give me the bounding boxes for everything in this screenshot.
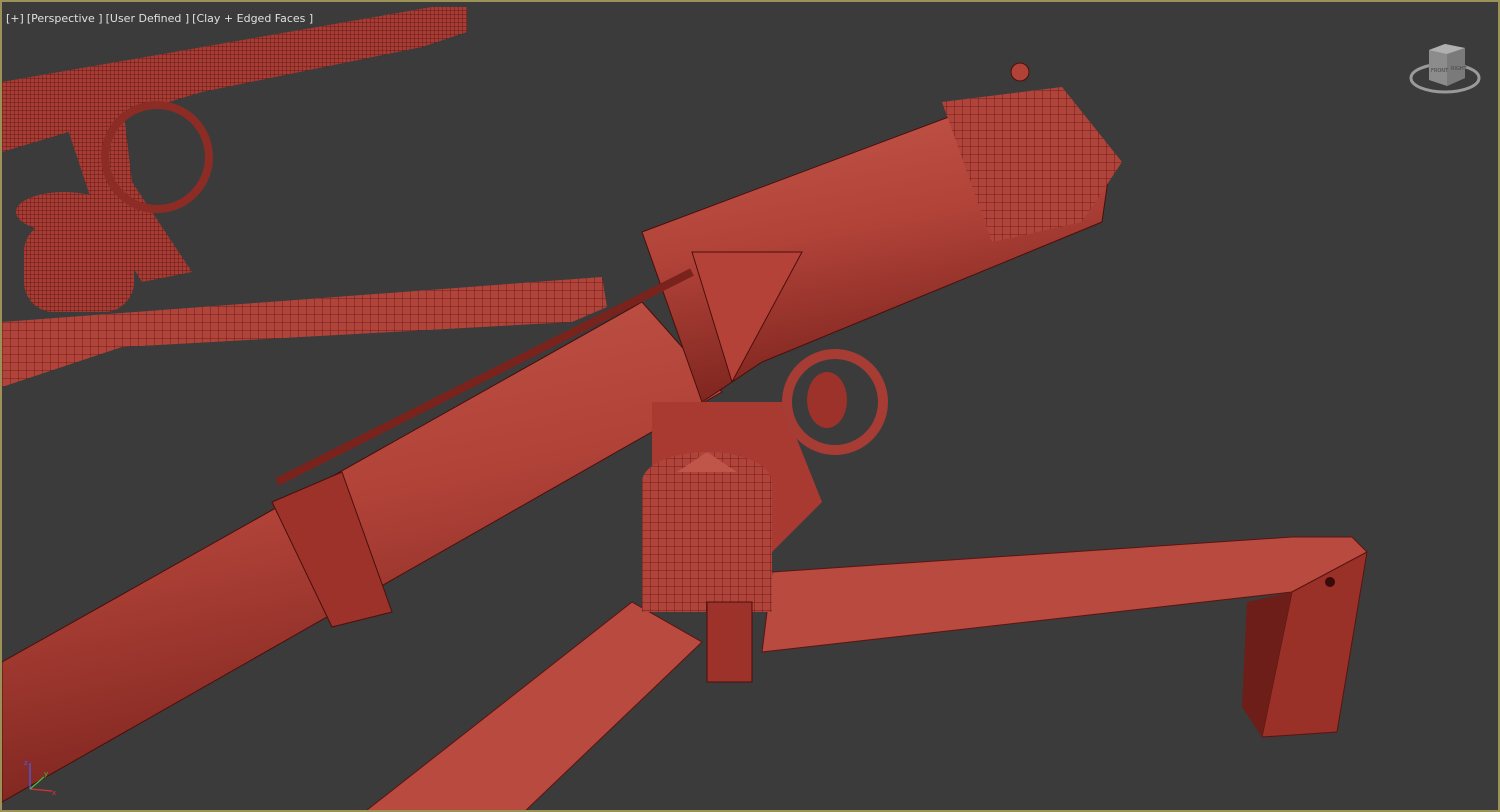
axis-x-label: x: [52, 789, 56, 797]
viewport-shading-menu[interactable]: [Clay + Edged Faces ]: [192, 12, 313, 25]
frame-beams: [366, 536, 1368, 810]
viewport-label-menu: [+] [Perspective ] [User Defined ] [Clay…: [6, 12, 313, 25]
viewcube-icon[interactable]: FRONT RIGHT: [1407, 38, 1487, 100]
scene-3d-model[interactable]: [2, 2, 1500, 812]
perspective-viewport[interactable]: [+] [Perspective ] [User Defined ] [Clay…: [0, 0, 1500, 812]
viewcube-front-label[interactable]: FRONT: [1431, 68, 1449, 74]
viewport-user-defined-menu[interactable]: [User Defined ]: [106, 12, 190, 25]
axis-y-label: y: [44, 770, 48, 778]
viewport-plus-menu[interactable]: [+]: [6, 12, 24, 25]
axis-z-label: z: [24, 759, 28, 767]
viewcube-right-label[interactable]: RIGHT: [1451, 66, 1468, 72]
viewport-point-of-view-menu[interactable]: [Perspective ]: [27, 12, 103, 25]
background-pipe: [2, 7, 607, 387]
axis-tripod-icon: z y x: [24, 759, 56, 797]
